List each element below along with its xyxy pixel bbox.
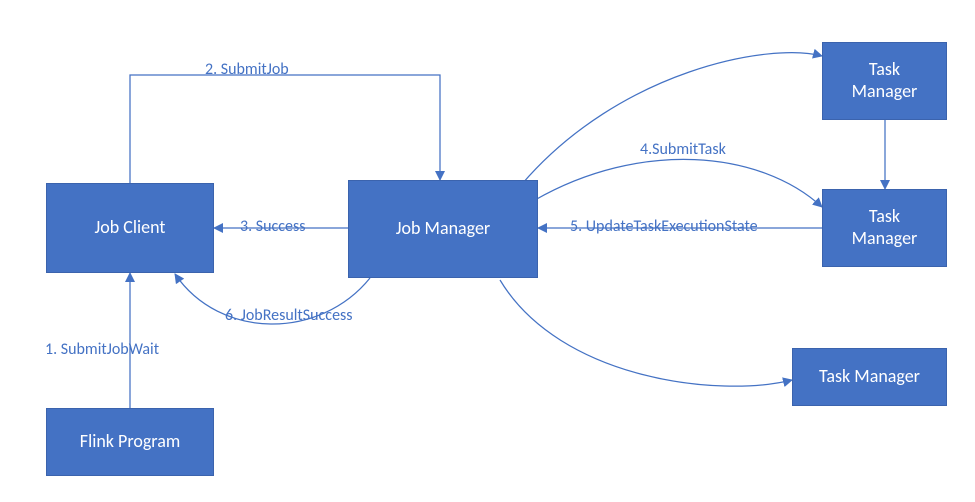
diagram-canvas: { "nodes": { "flink_program": { "label":… — [0, 0, 975, 502]
node-job-manager: Job Manager — [348, 180, 538, 278]
label-success: 3. Success — [240, 217, 306, 236]
node-task-manager-3: Task Manager — [792, 348, 947, 406]
node-task-manager-3-label: Task Manager — [819, 366, 920, 388]
edge-jm-to-tm3 — [500, 280, 792, 386]
label-submit-job-wait: 1. SubmitJobWait — [45, 340, 159, 359]
edge-jm-to-tm2 — [535, 159, 822, 207]
label-update-task-exec-state: 5. UpdateTaskExecutionState — [570, 217, 758, 236]
label-submit-job: 2. SubmitJob — [205, 60, 289, 79]
node-job-client: Job Client — [46, 183, 214, 273]
node-task-manager-2: TaskManager — [822, 189, 947, 267]
node-task-manager-1-label: TaskManager — [852, 59, 918, 102]
node-task-manager-2-label: TaskManager — [852, 206, 918, 249]
edge-submit-task — [522, 53, 822, 184]
label-job-result-success: 6. JobResultSuccess — [225, 306, 353, 325]
node-task-manager-1: TaskManager — [822, 42, 947, 120]
label-submit-task: 4.SubmitTask — [640, 140, 726, 159]
node-job-client-label: Job Client — [95, 217, 166, 239]
node-flink-program-label: Flink Program — [80, 431, 180, 453]
node-flink-program: Flink Program — [46, 408, 214, 476]
node-job-manager-label: Job Manager — [396, 218, 490, 240]
edge-submit-job — [130, 75, 440, 183]
